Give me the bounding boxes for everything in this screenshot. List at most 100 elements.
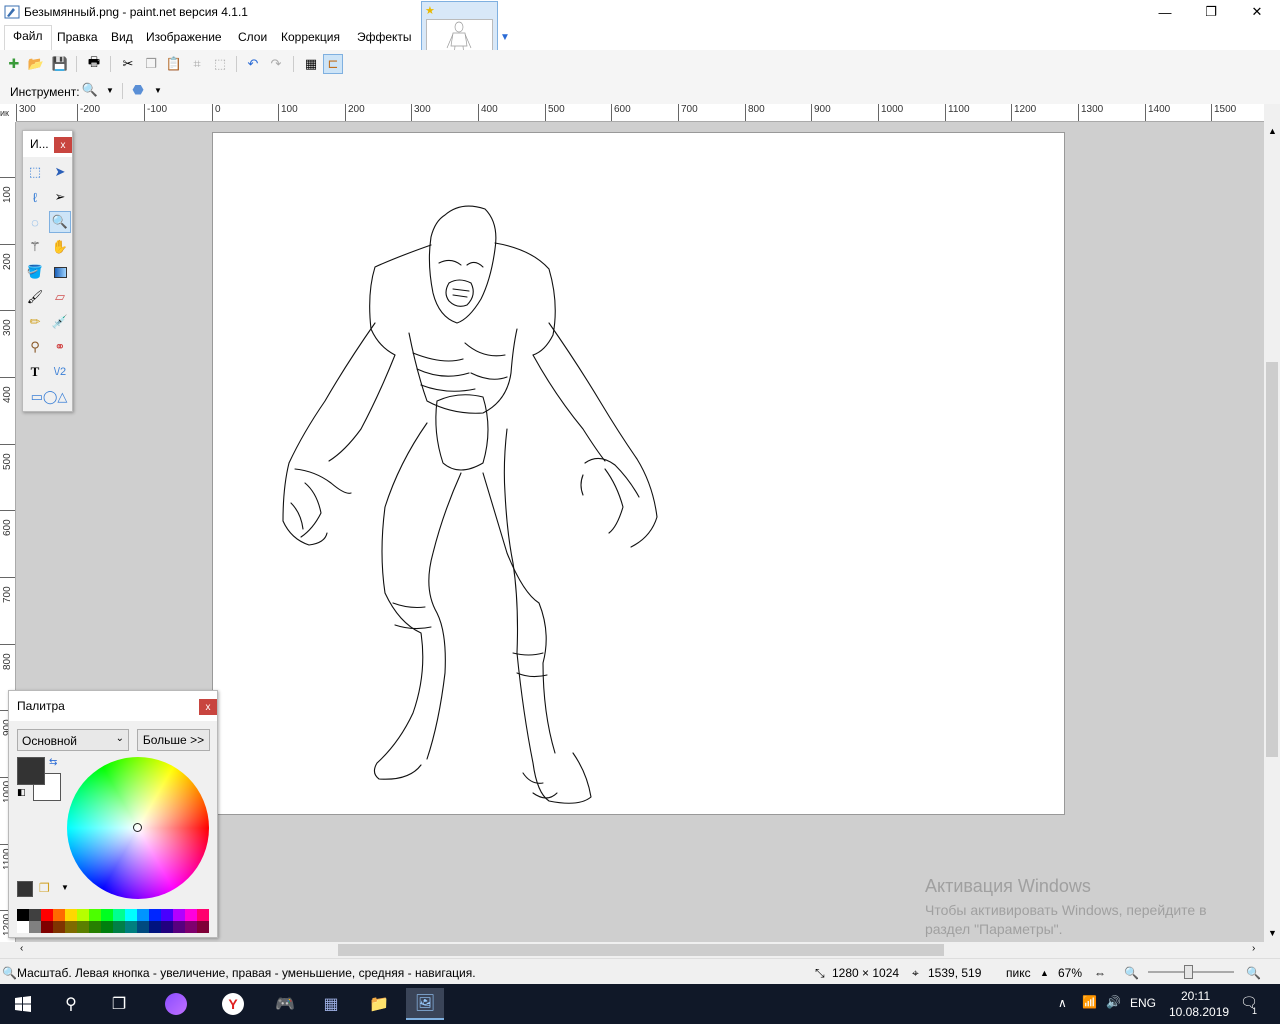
zoom-to-window-icon[interactable]: ⇔: [1094, 966, 1106, 980]
color-picker-tool-icon[interactable]: 💉: [49, 311, 71, 333]
palette-swatch[interactable]: [53, 909, 65, 921]
palette-swatch[interactable]: [29, 909, 41, 921]
palette-swatch[interactable]: [65, 909, 77, 921]
zoom-level[interactable]: 67%: [1058, 966, 1082, 980]
units-select[interactable]: пикс: [1006, 966, 1031, 980]
palette-swatch[interactable]: [89, 909, 101, 921]
paintnet-taskbar-icon[interactable]: 🖼: [406, 988, 444, 1020]
paintbrush-tool-icon[interactable]: 🖌: [24, 286, 46, 308]
palette-swatch[interactable]: [197, 909, 209, 921]
deselect-icon[interactable]: ⬚: [210, 54, 230, 74]
image-list-dropdown-icon[interactable]: ▼: [500, 32, 510, 43]
yandex-browser-icon[interactable]: Y: [214, 988, 252, 1020]
add-color-to-palette-icon[interactable]: [17, 881, 33, 897]
palette-swatch[interactable]: [41, 921, 53, 933]
rectangle-select-tool-icon[interactable]: ⬚: [24, 161, 46, 183]
menu-view[interactable]: Вид: [111, 30, 133, 44]
color-wheel[interactable]: [67, 757, 209, 899]
selection-mode-dropdown-icon[interactable]: ▼: [148, 80, 168, 100]
palette-swatch[interactable]: [89, 921, 101, 933]
horizontal-scrollbar[interactable]: ‹ ›: [16, 942, 1264, 958]
close-button[interactable]: ✕: [1234, 0, 1280, 24]
shapes-tool-icon[interactable]: ▭◯△: [31, 386, 68, 408]
task-view-icon[interactable]: ❐: [100, 988, 138, 1020]
alice-assistant-icon[interactable]: [157, 988, 195, 1020]
selection-mode-icon[interactable]: ⬣: [128, 80, 148, 100]
palette-swatch[interactable]: [161, 909, 173, 921]
clock-date[interactable]: 10.08.2019: [1169, 1005, 1229, 1019]
palette-swatch[interactable]: [185, 921, 197, 933]
menu-layers[interactable]: Слои: [238, 30, 267, 44]
zoom-slider-knob[interactable]: [1184, 965, 1193, 979]
image-canvas[interactable]: [212, 132, 1065, 815]
search-icon[interactable]: ⚲: [52, 988, 90, 1020]
palette-swatch[interactable]: [17, 921, 29, 933]
tools-window-close-button[interactable]: x: [54, 137, 72, 153]
palette-swatch[interactable]: [197, 921, 209, 933]
vertical-scrollbar[interactable]: ▲ ▼: [1264, 122, 1280, 942]
new-image-icon[interactable]: ✚: [4, 54, 24, 74]
minimize-button[interactable]: —: [1142, 0, 1188, 24]
palette-swatch[interactable]: [113, 909, 125, 921]
palette-window-header[interactable]: Палитра x: [9, 691, 217, 721]
pixel-grid-icon[interactable]: ▦: [301, 54, 321, 74]
print-icon[interactable]: 🖶: [84, 54, 104, 74]
undo-icon[interactable]: ↶: [243, 54, 263, 74]
open-image-icon[interactable]: 📂: [26, 54, 46, 74]
zoom-out-icon[interactable]: 🔍: [1124, 966, 1139, 980]
menu-effects[interactable]: Эффекты: [357, 30, 412, 44]
clock-time[interactable]: 20:11: [1181, 989, 1210, 1003]
gradient-tool-icon[interactable]: [49, 261, 71, 283]
move-selection-tool-icon[interactable]: ➢: [49, 186, 71, 208]
horizontal-scroll-thumb[interactable]: [338, 944, 944, 956]
network-icon[interactable]: 📶: [1082, 995, 1097, 1009]
palette-swatch[interactable]: [173, 921, 185, 933]
palette-swatch[interactable]: [65, 921, 77, 933]
reset-colors-icon[interactable]: ◧: [17, 787, 26, 798]
calculator-icon[interactable]: ▦: [312, 988, 350, 1020]
palette-swatch[interactable]: [77, 921, 89, 933]
lasso-select-tool-icon[interactable]: ℓ: [24, 186, 46, 208]
recolor-tool-icon[interactable]: ⚭: [49, 336, 71, 358]
scroll-down-icon[interactable]: ▼: [1268, 928, 1277, 938]
units-dropdown-icon[interactable]: ▲: [1040, 968, 1049, 978]
palette-swatch[interactable]: [161, 921, 173, 933]
move-selected-pixels-tool-icon[interactable]: ➤: [49, 161, 71, 183]
paint-bucket-tool-icon[interactable]: 🪣: [24, 261, 46, 283]
pan-hand-tool-icon[interactable]: ✋: [49, 236, 71, 258]
palette-mode-select[interactable]: Основной ⌄: [17, 729, 129, 751]
magic-wand-tool-icon[interactable]: ⚚: [24, 236, 46, 258]
palette-options-icon[interactable]: ❐: [39, 881, 50, 895]
palette-swatch[interactable]: [137, 921, 149, 933]
palette-swatch[interactable]: [53, 921, 65, 933]
file-explorer-icon[interactable]: 📁: [360, 988, 398, 1020]
palette-options-dropdown-icon[interactable]: ▼: [61, 883, 69, 892]
games-app-icon[interactable]: 🎮: [266, 988, 304, 1020]
zoom-tool-icon[interactable]: 🔍: [49, 211, 71, 233]
menu-edit[interactable]: Правка: [57, 30, 98, 44]
scroll-left-icon[interactable]: ‹: [20, 943, 23, 954]
color-wheel-cursor[interactable]: [133, 823, 142, 832]
current-tool-zoom-icon[interactable]: 🔍: [80, 80, 100, 100]
zoom-in-icon[interactable]: 🔍: [1246, 966, 1261, 980]
cut-icon[interactable]: ✂: [118, 54, 138, 74]
palette-swatch[interactable]: [185, 909, 197, 921]
eraser-tool-icon[interactable]: ▱: [49, 286, 71, 308]
volume-icon[interactable]: 🔊: [1106, 995, 1121, 1009]
palette-window-close-button[interactable]: x: [199, 699, 217, 715]
palette-swatch[interactable]: [137, 909, 149, 921]
palette-swatch[interactable]: [101, 909, 113, 921]
vertical-scroll-thumb[interactable]: [1266, 362, 1278, 757]
line-curve-tool-icon[interactable]: \/2: [49, 361, 71, 383]
swap-colors-icon[interactable]: ⇆: [49, 757, 57, 768]
scroll-right-icon[interactable]: ›: [1252, 943, 1255, 954]
palette-swatch[interactable]: [29, 921, 41, 933]
palette-swatch[interactable]: [125, 921, 137, 933]
tool-dropdown-arrow-icon[interactable]: ▼: [100, 80, 120, 100]
palette-swatch[interactable]: [113, 921, 125, 933]
crop-to-selection-icon[interactable]: ⌗: [187, 54, 207, 74]
language-indicator[interactable]: ENG: [1130, 996, 1156, 1010]
clone-stamp-tool-icon[interactable]: ⚲: [24, 336, 46, 358]
primary-color-swatch[interactable]: [17, 757, 45, 785]
ellipse-select-tool-icon[interactable]: ◌: [24, 211, 46, 233]
